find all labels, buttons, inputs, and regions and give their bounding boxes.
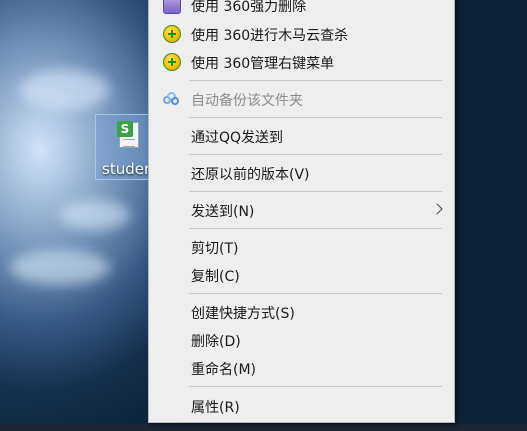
menu-separator [189, 117, 442, 118]
menu-item-label: 剪切(T) [191, 241, 239, 257]
menu-item-label: 重命名(M) [191, 362, 257, 378]
menu-item-create-shortcut[interactable]: 创建快捷方式(S) [149, 298, 454, 326]
plus-icon [163, 25, 181, 43]
menu-item-send-to[interactable]: 发送到(N) [149, 196, 454, 224]
context-menu: 使用 360强力删除 使用 360进行木马云查杀 使用 360管理右键菜单 自动… [148, 0, 455, 423]
menu-item-360-trojan-scan[interactable]: 使用 360进行木马云查杀 [149, 20, 454, 48]
taskbar [0, 424, 527, 431]
menu-item-label: 还原以前的版本(V) [191, 167, 310, 183]
menu-item-label: 发送到(N) [191, 204, 255, 220]
menu-item-360-shred[interactable]: 使用 360强力删除 [149, 0, 454, 19]
menu-item-auto-backup: 自动备份该文件夹 [149, 85, 454, 113]
menu-item-label: 通过QQ发送到 [191, 130, 284, 146]
menu-item-360-manage-menu[interactable]: 使用 360管理右键菜单 [149, 48, 454, 76]
menu-item-restore-previous-versions[interactable]: 还原以前的版本(V) [149, 159, 454, 187]
menu-item-label: 属性(R) [191, 400, 240, 416]
menu-separator [189, 228, 442, 229]
background-window-edge [455, 0, 527, 424]
menu-item-label: 使用 360管理右键菜单 [191, 56, 335, 72]
menu-separator [189, 154, 442, 155]
cloud-backup-icon [163, 92, 179, 106]
chevron-right-icon [431, 203, 443, 215]
spreadsheet-file-icon: S [117, 121, 139, 148]
desktop-icon-label: studer [102, 160, 151, 178]
file-type-badge: S [117, 121, 133, 137]
menu-item-rename[interactable]: 重命名(M) [149, 354, 454, 382]
menu-item-label: 使用 360进行木马云查杀 [191, 28, 349, 44]
menu-item-send-via-qq[interactable]: 通过QQ发送到 [149, 122, 454, 150]
menu-item-label: 创建快捷方式(S) [191, 306, 295, 322]
plus-icon [163, 53, 181, 71]
menu-item-delete[interactable]: 删除(D) [149, 326, 454, 354]
menu-item-label: 删除(D) [191, 334, 241, 350]
desktop-file-icon-selected[interactable]: S studer [95, 114, 153, 180]
menu-item-properties[interactable]: 属性(R) [149, 392, 454, 420]
menu-separator [189, 191, 442, 192]
menu-item-label: 自动备份该文件夹 [191, 93, 303, 109]
menu-separator [189, 293, 442, 294]
menu-item-copy[interactable]: 复制(C) [149, 261, 454, 289]
menu-separator [189, 80, 442, 81]
menu-item-label: 使用 360强力删除 [191, 0, 307, 15]
shredder-icon [163, 0, 181, 14]
menu-item-label: 复制(C) [191, 269, 240, 285]
menu-item-cut[interactable]: 剪切(T) [149, 233, 454, 261]
menu-separator [189, 386, 442, 387]
